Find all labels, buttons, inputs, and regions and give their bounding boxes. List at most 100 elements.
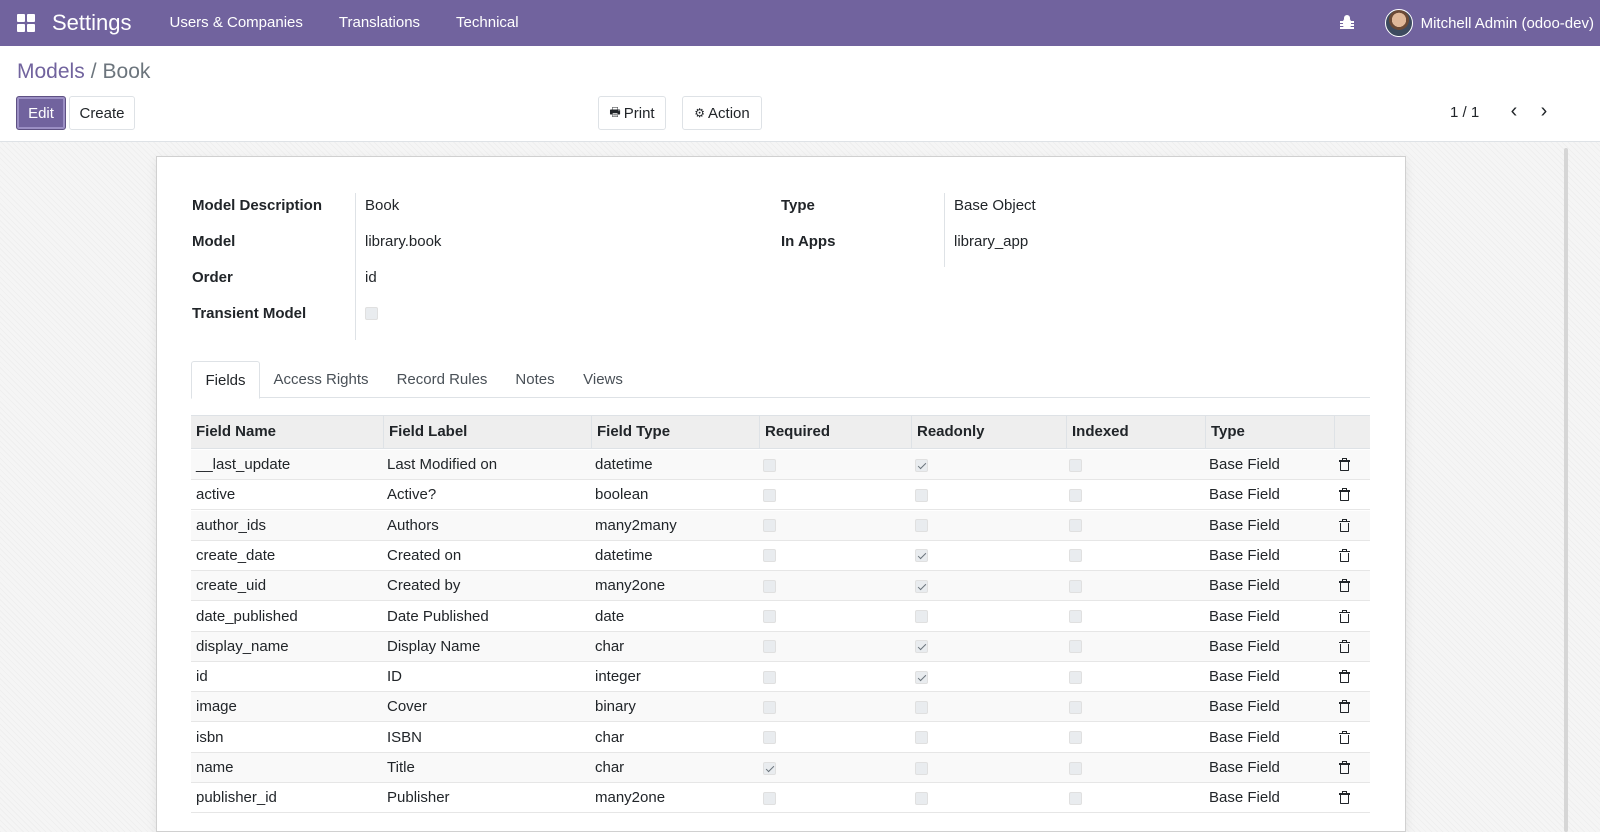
apps-menu-icon[interactable] [17, 14, 35, 32]
cell-indexed-checkbox [1069, 610, 1082, 624]
table-row[interactable]: publisher_id Publisher many2one Base Field [191, 783, 1370, 814]
column-readonly[interactable]: Readonly [912, 416, 1067, 448]
column-type[interactable]: Type [1206, 416, 1335, 448]
cell-required [758, 723, 776, 753]
cell-indexed [1064, 692, 1082, 722]
cell-field-name: create_date [196, 546, 276, 564]
trash-icon[interactable] [1339, 761, 1350, 774]
cell-indexed [1064, 450, 1082, 480]
menu-users-companies[interactable]: Users & Companies [152, 0, 321, 46]
chevron-right-icon[interactable]: › [1536, 100, 1552, 123]
cell-field-label: Title [387, 759, 415, 776]
trash-icon[interactable] [1339, 458, 1350, 471]
column-required[interactable]: Required [760, 416, 912, 448]
cell-readonly [910, 511, 928, 541]
tab-views[interactable]: Views [576, 361, 630, 398]
column-actions [1335, 416, 1370, 448]
top-navbar: Settings Users & Companies Translations … [0, 0, 1600, 46]
cell-required-checkbox [763, 761, 776, 775]
cell-type: Base Field [1209, 637, 1280, 655]
user-menu[interactable]: Mitchell Admin (odoo-dev) [1421, 15, 1594, 32]
action-button[interactable]: ⚙ Action [682, 96, 762, 130]
trash-icon[interactable] [1339, 791, 1350, 805]
tab-access-rights[interactable]: Access Rights [266, 361, 376, 398]
cell-readonly-checkbox [915, 791, 928, 805]
order-label: Order [192, 269, 233, 286]
cell-field-type: many2one [595, 577, 666, 595]
trash-icon[interactable] [1339, 488, 1350, 502]
cell-indexed [1064, 541, 1082, 571]
trash-icon[interactable] [1339, 700, 1350, 714]
debug-bug-icon[interactable] [1339, 15, 1355, 31]
transient-model-checkbox [365, 307, 378, 325]
table-row[interactable]: active Active? boolean Base Field [191, 480, 1370, 511]
create-button[interactable]: Create [69, 96, 135, 130]
table-row[interactable]: name Title char Base Field [191, 753, 1370, 783]
table-row[interactable]: id ID integer Base Field [191, 662, 1370, 693]
cell-indexed [1064, 511, 1082, 541]
table-row[interactable]: isbn ISBN char Base Field [191, 723, 1370, 753]
table-row[interactable]: date_published Date Published date Base Fie… [191, 602, 1370, 632]
cell-readonly-checkbox [915, 670, 928, 684]
trash-icon[interactable] [1339, 730, 1350, 744]
cell-required-checkbox [763, 700, 776, 714]
print-button[interactable]: 🖶 Print [598, 96, 666, 130]
cell-readonly-checkbox [915, 519, 928, 533]
breadcrumb-separator: / [90, 60, 97, 83]
table-row[interactable]: display_name Display Name char Base Field [191, 631, 1370, 662]
breadcrumb: Models / Book [17, 60, 150, 84]
cell-type: Base Field [1209, 607, 1280, 625]
trash-icon[interactable] [1339, 579, 1350, 593]
cell-required-checkbox [763, 610, 776, 624]
chevron-left-icon[interactable]: ‹ [1506, 100, 1522, 123]
cell-field-type: char [595, 637, 625, 655]
tab-notes[interactable]: Notes [508, 361, 562, 398]
cell-required-checkbox [763, 791, 776, 805]
left-group-separator [355, 193, 356, 340]
column-indexed[interactable]: Indexed [1067, 416, 1206, 448]
cell-field-label: Date Published [387, 607, 489, 625]
cell-field-label: ISBN [387, 728, 423, 746]
cell-readonly [910, 450, 928, 480]
cell-readonly-checkbox [915, 640, 928, 654]
cell-field-type: integer [595, 668, 641, 686]
cell-indexed [1064, 753, 1082, 783]
cell-field-label: Created on [387, 546, 462, 564]
table-row[interactable]: author_ids Authors many2many Base Field [191, 510, 1370, 541]
menu-technical[interactable]: Technical [438, 0, 537, 46]
trash-icon[interactable] [1339, 518, 1350, 532]
table-row[interactable]: image Cover binary Base Field [191, 692, 1370, 723]
column-field-label[interactable]: Field Label [384, 416, 592, 448]
tab-fields[interactable]: Fields [191, 361, 260, 399]
cell-readonly-checkbox [915, 731, 928, 745]
trash-icon[interactable] [1339, 639, 1350, 653]
trash-icon[interactable] [1339, 670, 1350, 684]
table-row[interactable]: __last_update Last Modified on datetime Bas… [191, 450, 1370, 480]
table-row[interactable]: create_date Created on datetime Base Field [191, 541, 1370, 571]
cell-readonly-checkbox [915, 488, 928, 502]
cell-indexed [1064, 602, 1082, 632]
breadcrumb-models-link[interactable]: Models [17, 60, 85, 84]
column-field-name[interactable]: Field Name [191, 416, 384, 448]
edit-button[interactable]: Edit [16, 96, 66, 130]
cell-type: Base Field [1209, 698, 1280, 716]
cell-field-label: Created by [387, 577, 461, 595]
table-row[interactable]: create_uid Created by many2one Base Field [191, 571, 1370, 602]
cell-readonly-checkbox [915, 579, 928, 593]
user-avatar[interactable] [1384, 9, 1413, 37]
menu-translations[interactable]: Translations [321, 0, 438, 46]
transient-model-label: Transient Model [192, 305, 307, 322]
column-field-type[interactable]: Field Type [592, 416, 760, 448]
model-description-label: Model Description [192, 197, 323, 214]
cell-required-checkbox [763, 731, 776, 745]
trash-icon[interactable] [1339, 548, 1350, 562]
trash-icon[interactable] [1339, 609, 1350, 623]
tab-record-rules[interactable]: Record Rules [390, 361, 494, 398]
table-header: Field Name Field Label Field Type Requir… [191, 415, 1370, 449]
page-scrollbar[interactable] [1564, 148, 1568, 832]
cell-readonly-checkbox [915, 458, 928, 472]
cell-indexed-checkbox [1069, 519, 1082, 533]
cell-required [758, 511, 776, 541]
cell-field-label: Last Modified on [387, 456, 498, 473]
app-title[interactable]: Settings [52, 10, 132, 36]
